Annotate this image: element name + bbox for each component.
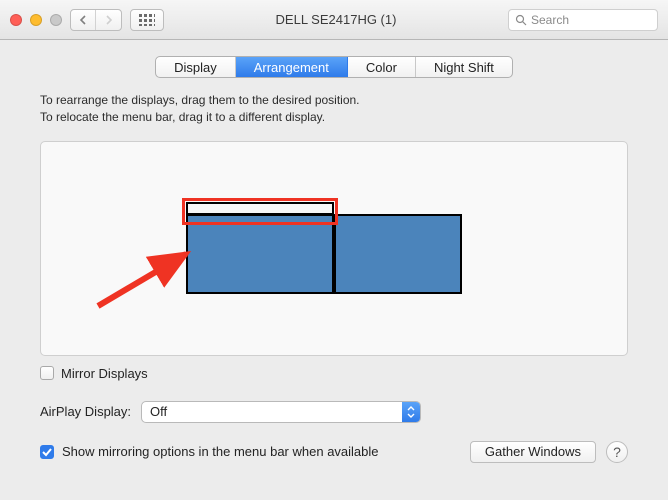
- show-all-button[interactable]: [130, 9, 164, 31]
- tab-display[interactable]: Display: [156, 57, 236, 77]
- forward-button: [96, 10, 121, 30]
- chevron-up-down-icon: [402, 402, 420, 422]
- mirror-displays-checkbox[interactable]: [40, 366, 54, 380]
- tab-bar: Display Arrangement Color Night Shift: [0, 56, 668, 78]
- help-button[interactable]: ?: [606, 441, 628, 463]
- show-mirroring-checkbox[interactable]: [40, 445, 54, 459]
- airplay-select[interactable]: Off: [141, 401, 421, 423]
- instructions-line-1: To rearrange the displays, drag them to …: [40, 92, 628, 109]
- tab-segmented-control: Display Arrangement Color Night Shift: [155, 56, 513, 78]
- tab-color[interactable]: Color: [348, 57, 416, 77]
- tab-night-shift[interactable]: Night Shift: [416, 57, 512, 77]
- display-2[interactable]: [334, 214, 462, 294]
- display-1[interactable]: [186, 214, 334, 294]
- airplay-row: AirPlay Display: Off: [40, 401, 628, 423]
- airplay-value: Off: [150, 404, 167, 419]
- window-title: DELL SE2417HG (1): [172, 12, 500, 27]
- arrangement-canvas[interactable]: [40, 141, 628, 356]
- mirror-displays-label: Mirror Displays: [61, 366, 148, 381]
- close-icon[interactable]: [10, 14, 22, 26]
- back-button[interactable]: [71, 10, 96, 30]
- titlebar: DELL SE2417HG (1) Search: [0, 0, 668, 40]
- search-input[interactable]: Search: [508, 9, 658, 31]
- arrangement-panel: To rearrange the displays, drag them to …: [40, 92, 628, 381]
- minimize-icon[interactable]: [30, 14, 42, 26]
- footer-row: Show mirroring options in the menu bar w…: [40, 441, 628, 463]
- instructions: To rearrange the displays, drag them to …: [40, 92, 628, 127]
- airplay-label: AirPlay Display:: [40, 404, 131, 419]
- search-icon: [515, 14, 527, 26]
- tab-arrangement[interactable]: Arrangement: [236, 57, 348, 77]
- nav-back-forward[interactable]: [70, 9, 122, 31]
- show-mirroring-label: Show mirroring options in the menu bar w…: [62, 444, 379, 459]
- zoom-icon: [50, 14, 62, 26]
- mirror-displays-row: Mirror Displays: [40, 366, 628, 381]
- instructions-line-2: To relocate the menu bar, drag it to a d…: [40, 109, 628, 126]
- search-placeholder: Search: [531, 13, 569, 27]
- bottom-area: AirPlay Display: Off Show mirroring opti…: [40, 401, 628, 463]
- gather-windows-button[interactable]: Gather Windows: [470, 441, 596, 463]
- traffic-lights: [10, 14, 62, 26]
- menu-bar-strip[interactable]: [186, 202, 334, 214]
